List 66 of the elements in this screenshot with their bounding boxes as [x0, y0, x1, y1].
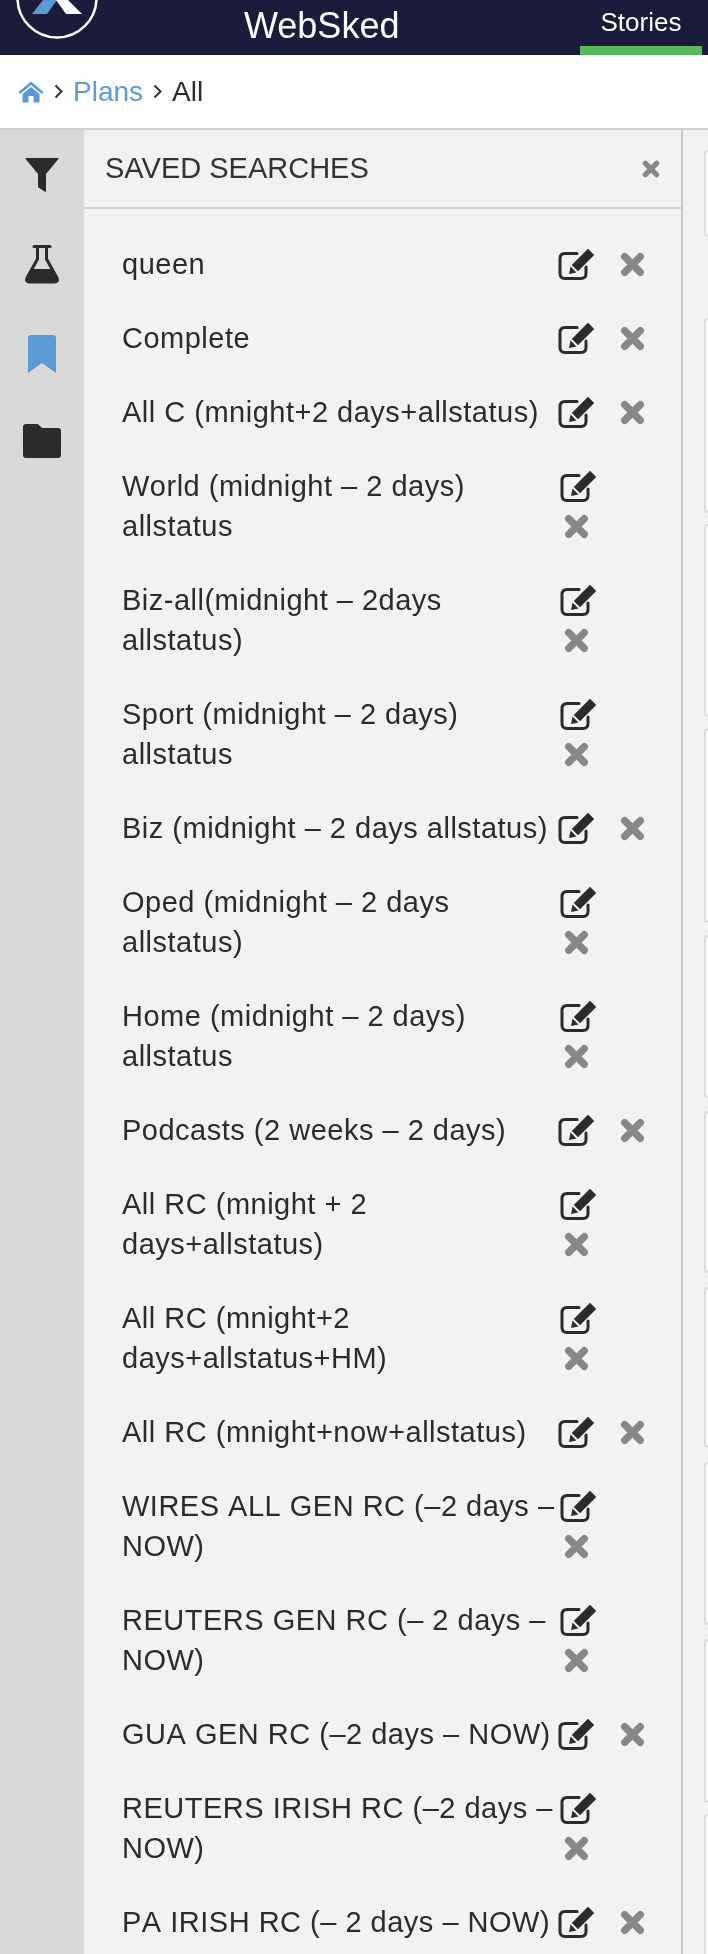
saved-search-name[interactable]: queen: [122, 244, 558, 284]
delete-icon[interactable]: [564, 929, 589, 955]
edit-icon[interactable]: [560, 698, 597, 730]
saved-search-name[interactable]: Complete: [122, 318, 558, 358]
folder-icon[interactable]: [23, 424, 61, 458]
edit-icon[interactable]: [558, 1718, 595, 1750]
saved-search-name[interactable]: Oped (midnight – 2 days allstatus): [122, 882, 558, 962]
logo-icon: [16, 0, 98, 40]
delete-icon[interactable]: [564, 1647, 589, 1673]
breadcrumb-current: All: [172, 77, 204, 106]
filter-icon[interactable]: [25, 157, 59, 193]
delete-icon[interactable]: [564, 1043, 589, 1069]
app-title: WebSked: [244, 6, 400, 46]
edit-icon[interactable]: [560, 1188, 597, 1220]
saved-search-name[interactable]: All RC (mnight+now+allstatus): [122, 1412, 558, 1452]
delete-icon[interactable]: [620, 1721, 645, 1747]
saved-search-name[interactable]: Home (midnight – 2 days) allstatus: [122, 996, 558, 1076]
saved-search-name[interactable]: Biz (midnight – 2 days allstatus): [122, 808, 558, 848]
edit-icon[interactable]: [558, 1416, 595, 1448]
delete-icon[interactable]: [620, 251, 645, 277]
edit-icon[interactable]: [560, 1490, 597, 1522]
delete-icon[interactable]: [564, 513, 589, 539]
edit-icon[interactable]: [560, 584, 597, 616]
delete-icon[interactable]: [564, 1533, 589, 1559]
edit-icon[interactable]: [558, 396, 595, 428]
saved-search-name[interactable]: Sport (midnight – 2 days) allstatus: [122, 694, 558, 774]
edit-icon[interactable]: [560, 1302, 597, 1334]
delete-icon[interactable]: [564, 1345, 589, 1371]
saved-search-name[interactable]: WIRES ALL GEN RC (–2 days – NOW): [122, 1486, 558, 1566]
edit-icon[interactable]: [558, 1114, 595, 1146]
saved-search-name[interactable]: World (midnight – 2 days) allstatus: [122, 466, 558, 546]
delete-icon[interactable]: [564, 627, 589, 653]
saved-search-name[interactable]: All RC (mnight+2 days+allstatus+HM): [122, 1298, 558, 1378]
edit-icon[interactable]: [560, 1000, 597, 1032]
edit-icon[interactable]: [558, 248, 595, 280]
delete-icon[interactable]: [620, 399, 645, 425]
edit-icon[interactable]: [558, 322, 595, 354]
panel-title: SAVED SEARCHES: [105, 154, 369, 183]
edit-icon[interactable]: [560, 886, 597, 918]
delete-icon[interactable]: [564, 1835, 589, 1861]
chevron-right-icon: [153, 84, 163, 99]
saved-search-name[interactable]: PA IRISH RC (– 2 days – NOW): [122, 1902, 558, 1942]
home-icon[interactable]: [18, 80, 44, 103]
delete-icon[interactable]: [564, 741, 589, 767]
chevron-right-icon: [54, 84, 63, 99]
saved-search-name[interactable]: All C (mnight+2 days+allstatus): [122, 392, 558, 432]
delete-icon[interactable]: [620, 1117, 645, 1143]
saved-search-name[interactable]: Biz-all(midnight – 2days allstatus): [122, 580, 558, 660]
delete-icon[interactable]: [620, 1909, 645, 1935]
nav-tab[interactable]: Stories: [580, 0, 702, 55]
saved-search-name[interactable]: REUTERS IRISH RC (–2 days – NOW): [122, 1788, 558, 1868]
delete-icon[interactable]: [620, 325, 645, 351]
edit-icon[interactable]: [558, 1906, 595, 1938]
delete-icon[interactable]: [620, 815, 645, 841]
delete-icon[interactable]: [620, 1419, 645, 1445]
flask-icon[interactable]: [24, 244, 60, 284]
edit-icon[interactable]: [560, 1604, 597, 1636]
edit-icon[interactable]: [560, 1792, 597, 1824]
saved-search-name[interactable]: All RC (mnight + 2 days+allstatus): [122, 1184, 558, 1264]
close-icon[interactable]: [642, 159, 660, 178]
delete-icon[interactable]: [564, 1231, 589, 1257]
saved-search-name[interactable]: Podcasts (2 weeks – 2 days): [122, 1110, 558, 1150]
saved-search-name[interactable]: REUTERS GEN RC (– 2 days – NOW): [122, 1600, 558, 1680]
saved-search-name[interactable]: GUA GEN RC (–2 days – NOW): [122, 1714, 558, 1754]
edit-icon[interactable]: [560, 470, 597, 502]
edit-icon[interactable]: [558, 812, 595, 844]
